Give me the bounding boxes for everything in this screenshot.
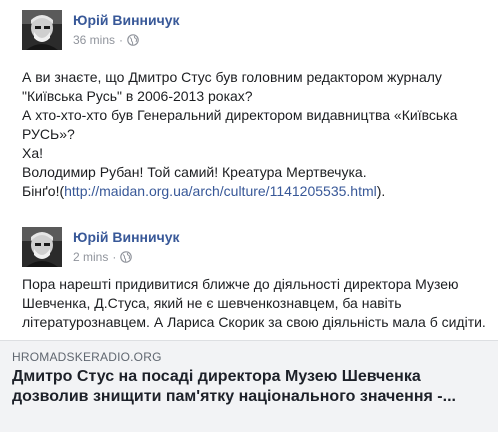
avatar[interactable] [22,227,62,267]
post-text-line: літературознавцем. А Лариса Скорик за св… [22,314,486,330]
post-timestamp[interactable]: 36 mins [73,33,115,47]
avatar[interactable] [22,10,62,50]
external-link[interactable]: http://maidan.org.ua/arch/culture/114120… [64,183,377,199]
link-suffix: ). [376,183,386,199]
post-text-line-with-link: Бінґо!(http://maidan.org.ua/arch/culture… [22,182,492,201]
post-text-line: РУСЬ»? [22,126,75,142]
author-name[interactable]: Юрій Винничук [73,229,180,245]
post-text-line: Шевченка, Д.Стуса, який не є шевченкозна… [22,295,402,311]
globe-icon[interactable] [120,251,133,263]
link-preview-card[interactable]: HROMADSKERADIO.ORG Дмитро Стус на посаді… [0,340,498,432]
post-text-line: "Київська Русь" в 2006-2013 роках? [22,88,253,104]
meta-separator: · [112,250,117,264]
link-card-title-line: Дмитро Стус на посаді директора Музею Ше… [12,368,421,385]
link-card-title-line: дозволив знищити пам'ятку національного … [12,388,456,405]
post-text: А ви знаєте, що Дмитро Стус був головним… [22,68,492,201]
post-text: Пора нарешті придивитися ближче до діяль… [22,275,492,332]
post-meta: 36 mins · [73,33,139,47]
post-timestamp[interactable]: 2 mins [73,250,108,264]
post-text-line: Володимир Рубан! Той самий! Креатура Мер… [22,164,367,180]
post-text-line: Пора нарешті придивитися ближче до діяль… [22,276,459,292]
post-text-line: А ви знаєте, що Дмитро Стус був головним… [22,69,442,85]
post-text-line: А хто-хто-хто був Генеральний директором… [22,107,458,123]
link-card-title[interactable]: Дмитро Стус на посаді директора Музею Ше… [12,367,492,407]
link-card-domain: HROMADSKERADIO.ORG [12,350,162,364]
post-text-line: Ха! [22,145,44,161]
author-name[interactable]: Юрій Винничук [73,12,180,28]
globe-icon[interactable] [127,34,139,46]
post-meta: 2 mins · [73,250,133,264]
link-prefix: Бінґо!( [22,183,65,199]
meta-separator: · [119,33,124,47]
